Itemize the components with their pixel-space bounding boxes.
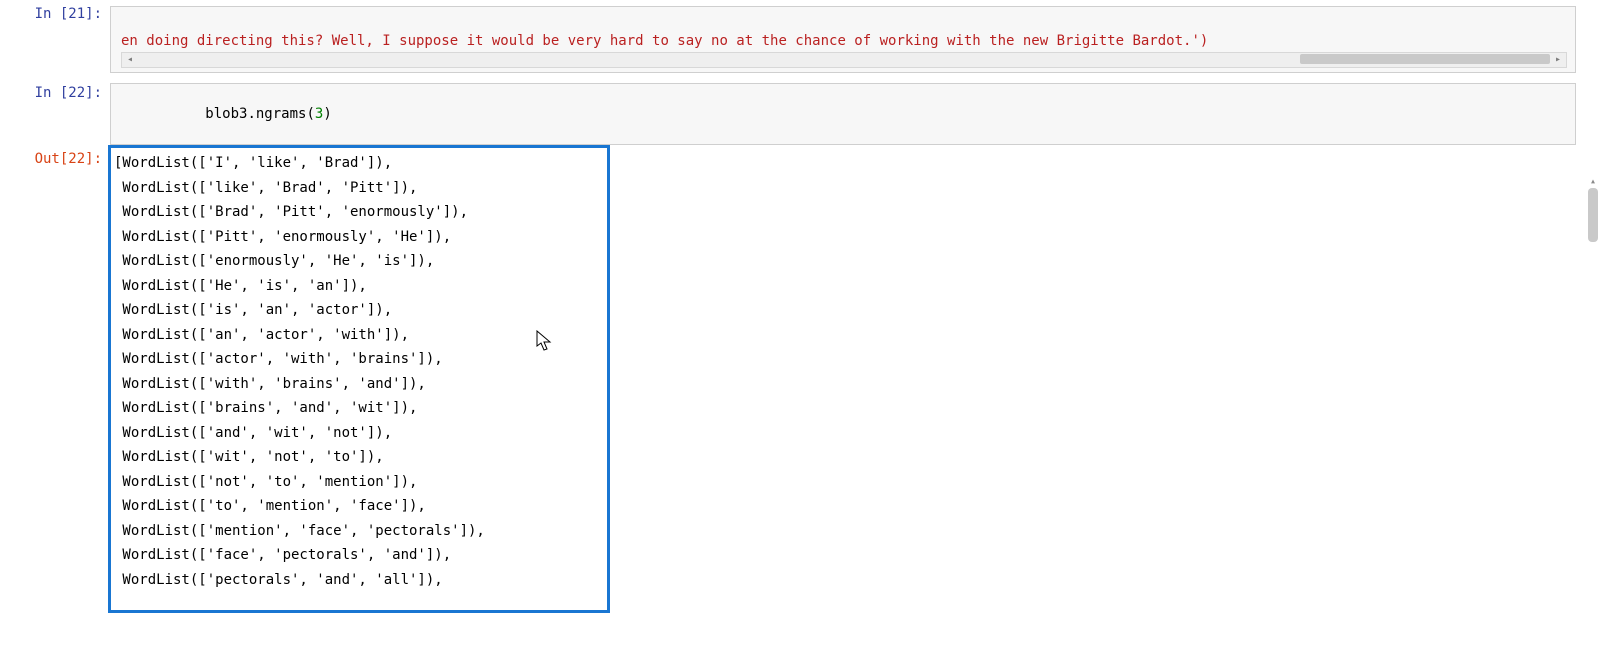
code-input-21[interactable]: en doing directing this? Well, I suppose…: [110, 6, 1576, 73]
scroll-right-icon[interactable]: ▸: [1551, 54, 1565, 64]
horizontal-scrollbar-thumb[interactable]: [1300, 54, 1550, 64]
scroll-left-icon[interactable]: ◂: [123, 54, 137, 64]
code-close: ): [323, 106, 331, 122]
output-text-22: [WordList(['I', 'like', 'Brad']), WordLi…: [110, 147, 1576, 592]
horizontal-scrollbar[interactable]: ◂ ▸: [121, 52, 1567, 68]
input-prompt-21: In [21]:: [0, 0, 110, 26]
notebook: In [21]: en doing directing this? Well, …: [0, 0, 1600, 592]
code-method: .ngrams(: [247, 106, 314, 122]
scroll-up-icon[interactable]: ▴: [1587, 176, 1599, 186]
code-input-22[interactable]: blob3.ngrams(3): [110, 83, 1576, 145]
cell-22: In [22]: blob3.ngrams(3): [0, 79, 1600, 145]
output-prompt-22: Out[22]:: [0, 145, 110, 171]
code-string-line: en doing directing this? Well, I suppose…: [121, 33, 1567, 49]
vertical-scrollbar-thumb[interactable]: [1588, 188, 1598, 242]
output-cell-22: Out[22]: [WordList(['I', 'like', 'Brad']…: [0, 145, 1600, 592]
input-prompt-22: In [22]:: [0, 79, 110, 105]
cell-21: In [21]: en doing directing this? Well, …: [0, 0, 1600, 79]
code-object: blob3: [205, 106, 247, 122]
